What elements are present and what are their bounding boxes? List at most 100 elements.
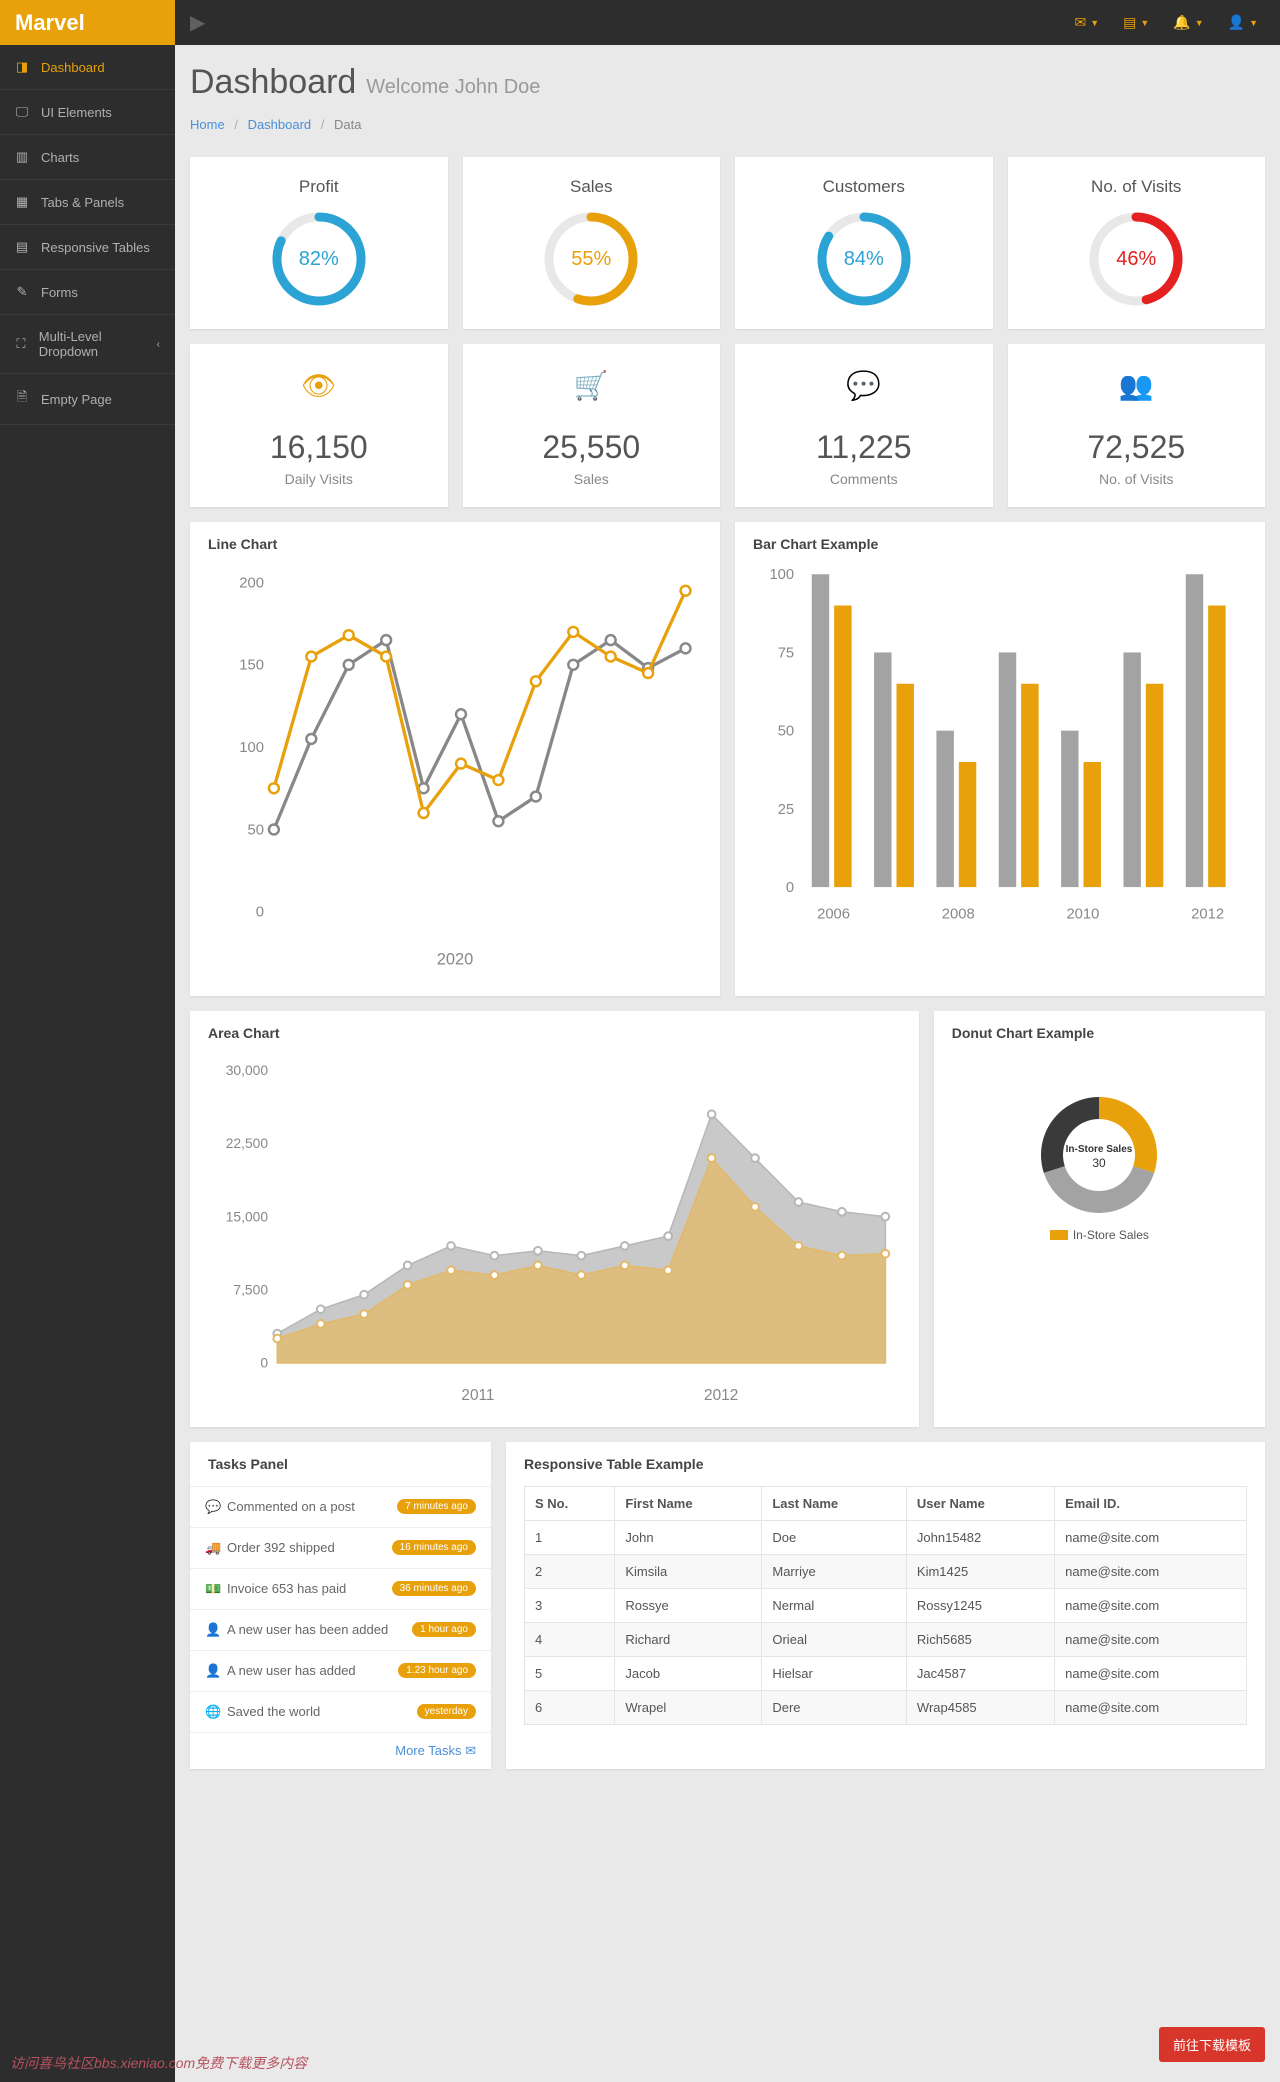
svg-text:2011: 2011 — [461, 1386, 494, 1403]
table-title: Responsive Table Example — [506, 1442, 1265, 1486]
desktop-icon: 🖵 — [15, 104, 29, 120]
table-row: 1JohnDoeJohn15482name@site.com — [525, 1520, 1247, 1554]
sidebar-item-label: Forms — [41, 285, 78, 300]
chat-icon: 💬 — [205, 1499, 219, 1515]
brand[interactable]: Marvel — [0, 0, 175, 45]
task-text: Order 392 shipped — [227, 1540, 384, 1555]
svg-text:150: 150 — [239, 658, 264, 674]
task-item[interactable]: 👤 A new user has added 1.23 hour ago — [190, 1650, 491, 1691]
stat-card-comments: 💬 11,225 Comments — [735, 344, 993, 507]
sidebar-item-empty-page[interactable]: 🗎 Empty Page — [0, 374, 175, 425]
stat-label: Daily Visits — [210, 471, 428, 487]
site-icon: ⛶ — [15, 336, 27, 352]
sidebar-item-label: Charts — [41, 150, 79, 165]
svg-text:75: 75 — [778, 645, 794, 661]
table-cell: Jacob — [615, 1656, 762, 1690]
watermark: 访问喜鸟社区bbs.xieniao.com免费下载更多内容 — [10, 2053, 307, 2073]
sidebar-item-dashboard[interactable]: ◨ Dashboard — [0, 45, 175, 90]
user-icon: 👤 — [205, 1663, 219, 1679]
mail-menu[interactable]: ✉▼ — [1062, 14, 1111, 31]
table-cell: John15482 — [906, 1520, 1054, 1554]
svg-text:100: 100 — [239, 740, 264, 756]
task-badge: 36 minutes ago — [392, 1581, 476, 1596]
sidebar-item-ui-elements[interactable]: 🖵 UI Elements — [0, 90, 175, 135]
table-cell: 6 — [525, 1690, 615, 1724]
circle-title: Sales — [483, 177, 701, 197]
task-item[interactable]: 💵 Invoice 653 has paid 36 minutes ago — [190, 1568, 491, 1609]
sidebar-item-multi-level-dropdown[interactable]: ⛶ Multi-Level Dropdown ‹ — [0, 315, 175, 374]
eye-icon: 👁 — [210, 369, 428, 399]
table-cell: name@site.com — [1055, 1520, 1247, 1554]
crumb-home[interactable]: Home — [190, 117, 225, 132]
stat-label: Comments — [755, 471, 973, 487]
donut-chart-title: Donut Chart Example — [934, 1011, 1265, 1055]
page-subtitle: Welcome John Doe — [366, 76, 540, 98]
task-item[interactable]: 💬 Commented on a post 7 minutes ago — [190, 1486, 491, 1527]
svg-text:2008: 2008 — [942, 906, 975, 922]
table-cell: Rich5685 — [906, 1622, 1054, 1656]
table-cell: name@site.com — [1055, 1656, 1247, 1690]
file-icon: 🗎 — [15, 388, 29, 410]
table-cell: name@site.com — [1055, 1588, 1247, 1622]
crumb-dash[interactable]: Dashboard — [248, 117, 312, 132]
svg-text:0: 0 — [256, 905, 264, 921]
sidebar-item-label: UI Elements — [41, 105, 112, 120]
table-icon: ▤ — [15, 239, 29, 255]
circle-card-sales: Sales 55% — [463, 157, 721, 329]
task-item[interactable]: 🌐 Saved the world yesterday — [190, 1691, 491, 1732]
sidebar-item-label: Dashboard — [41, 60, 105, 75]
circle-title: Profit — [210, 177, 428, 197]
chevron-left-icon: ‹ — [157, 339, 160, 350]
user-menu[interactable]: 👤▼ — [1216, 14, 1270, 31]
circle-card-no-of-visits: No. of Visits 46% — [1008, 157, 1266, 329]
more-tasks-link[interactable]: More Tasks ✉ — [190, 1732, 491, 1769]
task-badge: 1 hour ago — [412, 1622, 476, 1637]
tasks-menu[interactable]: ▤▼ — [1111, 14, 1161, 31]
table-header: First Name — [615, 1486, 762, 1520]
download-button[interactable]: 前往下载模板 — [1159, 2027, 1265, 2062]
stat-value: 16,150 — [210, 429, 428, 466]
stat-value: 11,225 — [755, 429, 973, 466]
money-icon: 💵 — [205, 1581, 219, 1597]
circle-card-customers: Customers 84% — [735, 157, 993, 329]
table-cell: Marriye — [762, 1554, 907, 1588]
sidebar-item-forms[interactable]: ✎ Forms — [0, 270, 175, 315]
table-cell: 3 — [525, 1588, 615, 1622]
sidebar-item-tabs-panels[interactable]: ▦ Tabs & Panels — [0, 180, 175, 225]
stat-label: Sales — [483, 471, 701, 487]
svg-text:15,000: 15,000 — [226, 1208, 269, 1224]
task-text: A new user has added — [227, 1663, 390, 1678]
task-item[interactable]: 🚚 Order 392 shipped 16 minutes ago — [190, 1527, 491, 1568]
list-icon: ▤ — [1123, 14, 1136, 31]
breadcrumb: Home / Dashboard / Data — [190, 107, 1265, 157]
line-chart: 0501001502002020 — [208, 566, 702, 978]
task-item[interactable]: 👤 A new user has been added 1 hour ago — [190, 1609, 491, 1650]
page-title: Dashboard — [190, 63, 356, 101]
table-cell: 4 — [525, 1622, 615, 1656]
bar-icon: ▥ — [15, 149, 29, 165]
table-row: 2KimsilaMarriyeKim1425name@site.com — [525, 1554, 1247, 1588]
task-badge: 16 minutes ago — [392, 1540, 476, 1555]
edit-icon: ✎ — [15, 284, 29, 300]
alerts-menu[interactable]: 🔔▼ — [1161, 14, 1215, 31]
table-cell: Doe — [762, 1520, 907, 1554]
sidebar-item-responsive-tables[interactable]: ▤ Responsive Tables — [0, 225, 175, 270]
svg-text:2012: 2012 — [1191, 906, 1224, 922]
chat-icon: 💬 — [755, 369, 973, 399]
sidebar-item-label: Tabs & Panels — [41, 195, 124, 210]
circle-percent: 46% — [1086, 209, 1186, 309]
svg-text:2006: 2006 — [817, 906, 850, 922]
sidebar-item-label: Multi-Level Dropdown — [39, 329, 145, 359]
user-icon: 👤 — [205, 1622, 219, 1638]
sidebar-toggle[interactable]: ▶ — [175, 10, 220, 35]
circle-title: No. of Visits — [1028, 177, 1246, 197]
table-cell: name@site.com — [1055, 1622, 1247, 1656]
table-cell: Dere — [762, 1690, 907, 1724]
sidebar-item-label: Empty Page — [41, 392, 112, 407]
dashboard-icon: ◨ — [15, 59, 29, 75]
svg-text:100: 100 — [769, 567, 794, 583]
stat-value: 72,525 — [1028, 429, 1246, 466]
sidebar-item-charts[interactable]: ▥ Charts — [0, 135, 175, 180]
stat-card-daily-visits: 👁 16,150 Daily Visits — [190, 344, 448, 507]
table-header: Last Name — [762, 1486, 907, 1520]
